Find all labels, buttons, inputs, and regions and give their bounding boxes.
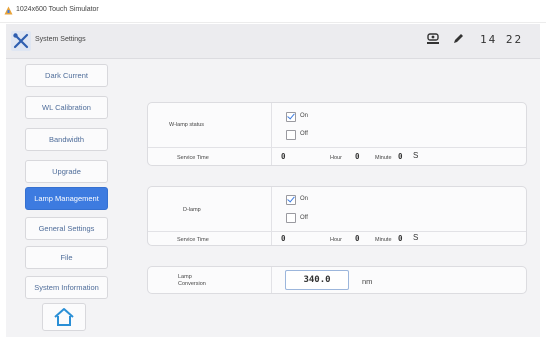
service-time-label: Service Time: [177, 237, 209, 243]
d-lamp-on-label: On: [300, 196, 309, 202]
minute-unit: Minute: [375, 237, 392, 243]
d-lamp-off-label: Off: [300, 215, 308, 221]
d-lamp-card: D-lamp On Off Service Time 0 Hour 0 Minu…: [147, 186, 527, 246]
card-divider: [148, 231, 526, 232]
seconds-value: 0: [398, 234, 403, 243]
lamp-conversion-card: Lamp Conversion 340.0 nm: [147, 266, 527, 294]
clock: 14 22: [480, 33, 524, 46]
minutes-value: 0: [355, 234, 360, 243]
w-lamp-off-checkbox[interactable]: [286, 130, 296, 140]
card-divider: [271, 187, 272, 245]
w-lamp-card: W-lamp status On Off Service Time 0 Hour…: [147, 102, 527, 166]
sidebar-item-file[interactable]: File: [25, 246, 108, 269]
sidebar-item-upgrade[interactable]: Upgrade: [25, 160, 108, 183]
hour-unit: Hour: [330, 237, 342, 243]
conversion-unit: nm: [362, 277, 373, 286]
home-icon: [54, 308, 74, 326]
d-lamp-label: D-lamp: [183, 207, 201, 213]
d-lamp-off-checkbox[interactable]: [286, 213, 296, 223]
d-lamp-on-checkbox[interactable]: [286, 195, 296, 205]
hour-unit: Hour: [330, 155, 342, 161]
lamp-conversion-label-line2: Conversion: [178, 281, 206, 287]
hours-value: 0: [281, 234, 286, 243]
card-divider: [271, 103, 272, 165]
hours-value: 0: [281, 152, 286, 161]
service-time-label: Service Time: [177, 155, 209, 161]
sidebar-item-dark-current[interactable]: Dark Current: [25, 64, 108, 87]
home-button[interactable]: [42, 303, 86, 331]
lamp-conversion-label-line1: Lamp: [178, 274, 192, 280]
sidebar-item-bandwidth[interactable]: Bandwidth: [25, 128, 108, 151]
seconds-unit: S: [413, 233, 419, 242]
seconds-value: 0: [398, 152, 403, 161]
sidebar-item-general-settings[interactable]: General Settings: [25, 217, 108, 240]
w-lamp-on-label: On: [300, 113, 309, 119]
seconds-unit: S: [413, 151, 419, 160]
page-title: System Settings: [35, 36, 86, 43]
sidebar-item-lamp-management[interactable]: Lamp Management: [25, 187, 108, 210]
minutes-value: 0: [355, 152, 360, 161]
sidebar-item-wl-calibration[interactable]: WL Calibration: [25, 96, 108, 119]
app-icon: [4, 6, 13, 15]
w-lamp-off-label: Off: [300, 131, 308, 137]
simulator-title: 1024x600 Touch Simulator: [16, 6, 99, 13]
pen-icon: [454, 34, 463, 43]
card-divider: [271, 267, 272, 293]
sidebar-item-system-information[interactable]: System Information: [25, 276, 108, 299]
w-lamp-on-checkbox[interactable]: [286, 112, 296, 122]
w-lamp-label: W-lamp status: [169, 122, 205, 128]
lamp-status-icon: [427, 33, 439, 44]
settings-tools-icon: [11, 31, 31, 51]
minute-unit: Minute: [375, 155, 392, 161]
simulator-title-bar: 1024x600 Touch Simulator: [0, 0, 546, 23]
card-divider: [148, 147, 526, 148]
header-bar: System Settings 14 22: [6, 24, 540, 59]
lamp-conversion-input[interactable]: 340.0: [285, 270, 349, 290]
settings-window: System Settings 14 22 Dark Current WL Ca…: [6, 24, 540, 337]
